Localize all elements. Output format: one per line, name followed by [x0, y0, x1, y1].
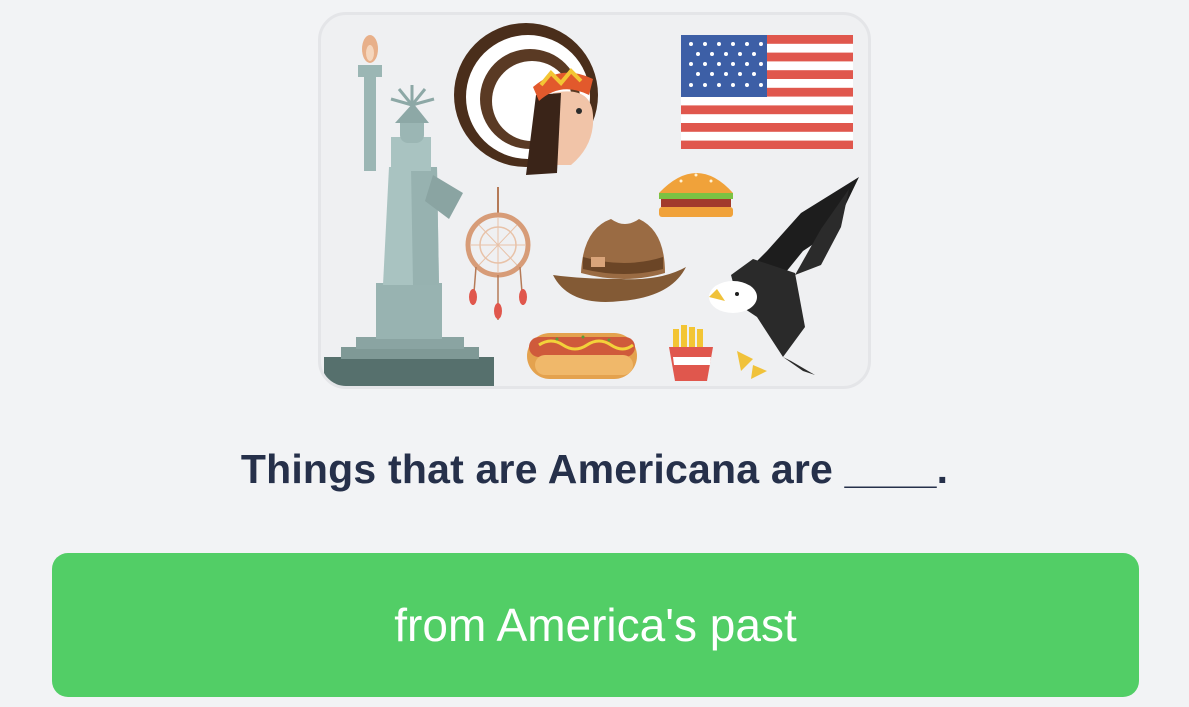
american-flag-icon [681, 35, 853, 149]
hot-dog-icon [527, 333, 637, 379]
cowboy-hat-icon [553, 219, 686, 302]
dreamcatcher-icon [465, 187, 531, 320]
bald-eagle-icon [709, 177, 859, 379]
answer-option-label: from America's past [394, 599, 797, 651]
answer-option-button[interactable]: from America's past [52, 553, 1139, 697]
hamburger-icon [659, 173, 733, 217]
french-fries-icon [669, 325, 713, 381]
americana-illustration [318, 12, 871, 389]
native-headdress-icon [454, 23, 598, 175]
question-text: Things that are Americana are ____. [240, 446, 949, 492]
